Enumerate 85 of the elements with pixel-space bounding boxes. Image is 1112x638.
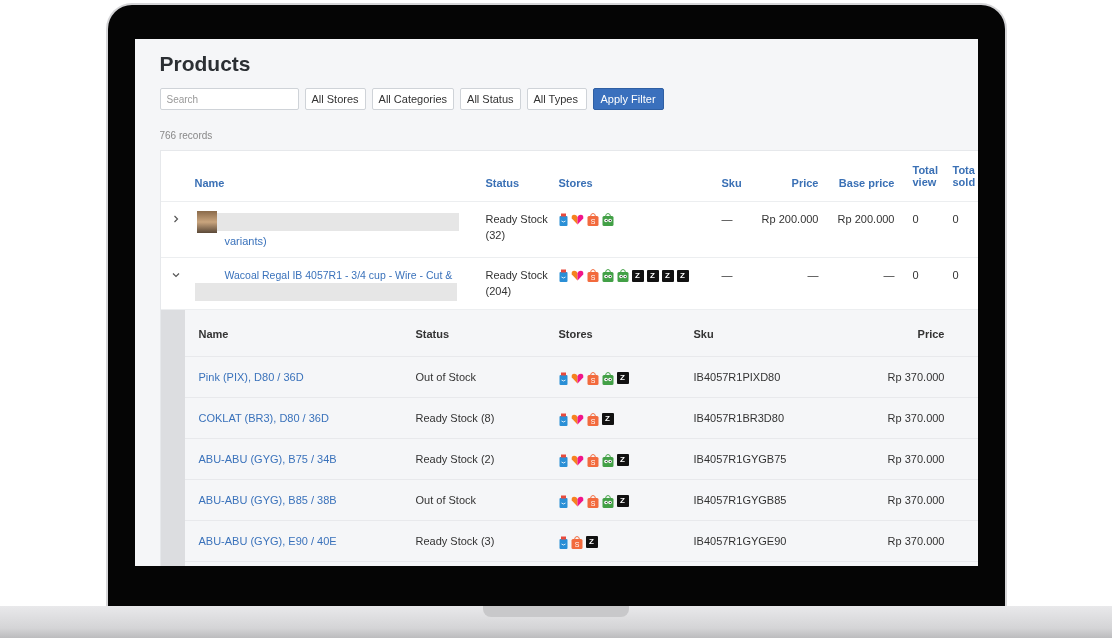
price-text: Rp 370.000 <box>886 535 945 547</box>
filter-dropdown[interactable]: All Types <box>526 88 587 110</box>
status-text: Out of Stock <box>415 494 478 506</box>
bag-icon <box>558 412 568 426</box>
chevron-icon[interactable] <box>171 271 180 279</box>
letter-tile-icon: Z <box>616 372 629 384</box>
column-header: Sku <box>693 328 715 340</box>
heart-icon <box>570 413 584 425</box>
apply-filter-button[interactable]: Apply Filter <box>592 88 664 110</box>
count-text: 0 <box>952 212 960 227</box>
variant-link[interactable]: ABU-ABU (GYG), B85 / 38B <box>198 494 416 506</box>
column-header[interactable]: Price <box>751 163 819 189</box>
column-header[interactable]: Name <box>194 163 486 189</box>
price-text: — <box>806 268 819 283</box>
count-text: 0 <box>911 212 920 227</box>
price-text: Rp 370.000 <box>886 494 945 506</box>
heart-icon <box>570 454 584 466</box>
status-text: Out of Stock <box>415 371 478 383</box>
sku-text: — <box>721 268 734 283</box>
bag-icon <box>558 269 568 282</box>
price-text: Rp 370.000 <box>886 412 945 424</box>
variant-link[interactable]: Pink (PIX), D80 / 36D <box>198 371 416 383</box>
status-text: Ready Stock (8) <box>415 412 496 424</box>
letter-tile-icon: Z <box>616 454 629 466</box>
bag-icon <box>558 535 568 549</box>
variant-link[interactable]: COKLAT (BR3), D80 / 36D <box>198 412 416 424</box>
status-text: Ready Stock (204) <box>485 268 549 299</box>
heart-icon <box>570 495 584 507</box>
search-field[interactable]: Search <box>159 88 299 110</box>
bag-icon <box>558 371 568 385</box>
column-header[interactable]: Tota sold <box>952 164 978 188</box>
bag-icon <box>558 494 568 508</box>
column-header[interactable]: Stores <box>558 163 722 189</box>
bag-icon <box>558 453 568 467</box>
column-header: Stores <box>558 328 594 340</box>
heart-icon <box>570 270 584 281</box>
column-header[interactable]: Status <box>485 163 559 189</box>
face-bag-icon <box>616 269 629 282</box>
price-text: — <box>882 268 895 283</box>
count-text: 0 <box>911 268 920 283</box>
product-link[interactable]: variants) <box>194 233 267 249</box>
sku-text: IB4057R1BR3D80 <box>693 412 785 424</box>
letter-tile-icon: Z <box>631 269 644 282</box>
sku-text: IB4057R1GYGB85 <box>693 494 788 506</box>
heart-icon <box>570 214 584 225</box>
filter-dropdown[interactable]: All Categories <box>371 88 455 110</box>
face-bag-icon <box>601 213 614 226</box>
sku-text: IB4057R1GYGE90 <box>693 535 788 547</box>
filter-dropdown[interactable]: All Status <box>460 88 521 110</box>
status-text: Ready Stock (32) <box>485 212 549 243</box>
face-bag-icon <box>601 371 614 385</box>
column-header: Price <box>916 328 945 340</box>
status-text: Ready Stock (2) <box>415 453 496 465</box>
letter-tile-icon: Z <box>661 269 674 282</box>
face-bag-icon <box>601 269 614 282</box>
record-count: 766 records <box>159 130 214 142</box>
sku-text: — <box>721 212 734 227</box>
variant-link[interactable]: ABU-ABU (GYG), E90 / 40E <box>198 535 416 547</box>
column-header[interactable]: Sku <box>721 163 752 189</box>
sku-text: IB4057R1GYGB75 <box>693 453 788 465</box>
column-header: Status <box>415 328 451 340</box>
price-text: Rp 370.000 <box>886 453 945 465</box>
price-text: Rp 370.000 <box>886 371 945 383</box>
count-text: 0 <box>952 268 960 283</box>
column-header: Name <box>198 328 230 340</box>
face-bag-icon <box>601 494 614 508</box>
letter-tile-icon: Z <box>601 413 614 425</box>
letter-tile-icon: Z <box>676 269 689 282</box>
letter-tile-icon: Z <box>646 269 659 282</box>
filter-dropdown[interactable]: All Stores <box>304 88 366 110</box>
sku-text: IB4057R1PIXD80 <box>693 371 782 383</box>
bag-icon <box>558 213 568 226</box>
chevron-icon[interactable] <box>171 215 180 223</box>
face-bag-icon <box>601 453 614 467</box>
page-title: Products <box>159 52 252 76</box>
variant-link[interactable]: ABU-ABU (GYG), B75 / 34B <box>198 453 416 465</box>
heart-icon <box>570 372 584 384</box>
letter-tile-icon: Z <box>616 495 629 507</box>
product-link[interactable]: Wacoal Regal IB 4057R1 - 3/4 cup - Wire - Cut & <box>194 267 453 283</box>
status-text: Ready Stock (3) <box>415 535 496 547</box>
column-header[interactable]: Total view <box>894 164 953 188</box>
price-text: Rp 200.000 <box>760 212 819 227</box>
letter-tile-icon: Z <box>585 536 598 548</box>
price-text: Rp 200.000 <box>836 212 895 227</box>
column-header[interactable]: Base price <box>818 163 895 189</box>
